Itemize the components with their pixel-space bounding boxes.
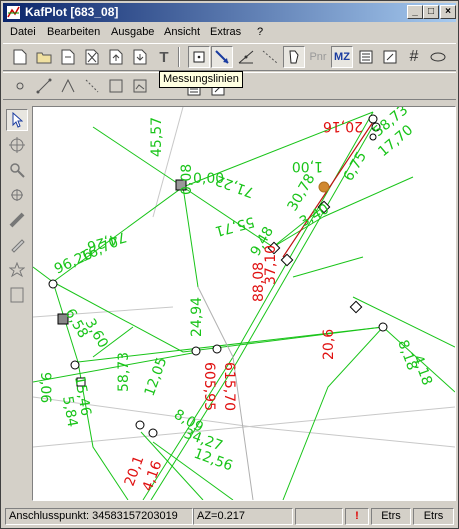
toolbar-main: T Pnr MZ # [3,43,456,71]
app-icon [7,6,20,19]
az-status: AZ=0.217 [193,508,293,525]
pencil-icon[interactable] [6,234,28,256]
rectangle-icon[interactable] [6,284,28,306]
window-title: KafPlot [683_08] [25,5,119,19]
import-icon[interactable] [129,46,151,68]
line-tool-icon[interactable] [33,75,55,97]
anschluss-status: Anschlusspunkt: 34583157203019 [5,508,193,525]
toolbar-separator [178,47,180,67]
mz-button[interactable]: MZ [331,46,353,68]
map-label-red: 20,16 [323,118,363,134]
angle-tool-icon[interactable] [235,46,257,68]
minimize-button[interactable]: _ [407,5,423,19]
etrs-status-1: Etrs [371,508,411,525]
menu-ausgabe[interactable]: Ausgabe [111,26,154,38]
zoom-icon[interactable] [6,159,28,181]
map-svg[interactable]: 45,57 0,08 0,00 74,26 55,71 71,22 96,26 … [33,107,455,500]
polyline-tool-icon[interactable] [57,75,79,97]
map-label: 6,75 [341,149,370,184]
measurement-lines-icon[interactable] [211,46,233,68]
star-icon[interactable] [6,259,28,281]
title-bar: KafPlot [683_08] _ □ × [3,3,456,22]
status-empty [295,508,343,525]
map-label-red: 615,70 [221,362,237,411]
image-tool-icon[interactable] [129,75,151,97]
tooltip: Messungslinien [159,71,243,88]
point-tool-icon[interactable] [9,75,31,97]
menu-bar: Datei Bearbeiten Ausgabe Ansicht Extras … [3,23,456,42]
menu-ansicht[interactable]: Ansicht [164,26,200,38]
app-window: KafPlot [683_08] _ □ × Datei Bearbeiten … [0,0,459,529]
map-label: 58,73 [116,352,132,392]
menu-extras[interactable]: Extras [210,26,241,38]
etrs-status-2: Etrs [413,508,454,525]
text-tool-icon[interactable]: T [153,46,175,68]
menu-bearbeiten[interactable]: Bearbeiten [47,26,100,38]
map-label: 24,94 [189,297,205,337]
status-bar: Anschlusspunkt: 34583157203019 AZ=0.217 … [3,506,456,527]
edit-document-icon[interactable] [379,46,401,68]
frame-tool-icon[interactable] [105,75,127,97]
select-arrow-icon[interactable] [6,109,28,131]
map-label: 45,57 [149,117,165,157]
tool-palette [4,105,30,500]
map-label: 4,18 [409,353,435,388]
ellipse-icon[interactable] [427,46,449,68]
map-label: 71,22 [213,172,256,201]
point-marker-icon[interactable] [188,46,210,68]
map-label: 55,71 [213,213,256,239]
maximize-button[interactable]: □ [423,5,439,19]
map-label-red: 20,6 [321,329,337,360]
menu-datei[interactable]: Datei [10,26,36,38]
new-file-icon[interactable] [9,46,31,68]
open-folder-icon[interactable] [33,46,55,68]
map-label: 9,06 [37,372,53,403]
map-label-red: 605,95 [201,362,217,411]
map-label: 1,00 [292,158,323,174]
document-icon[interactable] [57,46,79,68]
list-icon[interactable] [355,46,377,68]
pnr-button[interactable]: Pnr [307,46,329,68]
alert-icon: ! [345,508,369,525]
dashed-line-tool-icon[interactable] [81,75,103,97]
parcel-outline-icon[interactable] [283,46,305,68]
close-button[interactable]: × [440,5,456,19]
ruler-icon[interactable] [6,209,28,231]
grid-icon[interactable]: # [403,46,425,68]
map-label-red: 37,10 [263,245,279,285]
delete-file-icon[interactable] [81,46,103,68]
menu-help[interactable]: ? [257,26,263,38]
crosshair-icon[interactable] [6,134,28,156]
dotted-line-icon[interactable] [259,46,281,68]
export-icon[interactable] [105,46,127,68]
rotate-icon[interactable] [6,184,28,206]
map-canvas[interactable]: 45,57 0,08 0,00 74,26 55,71 71,22 96,26 … [32,106,456,501]
